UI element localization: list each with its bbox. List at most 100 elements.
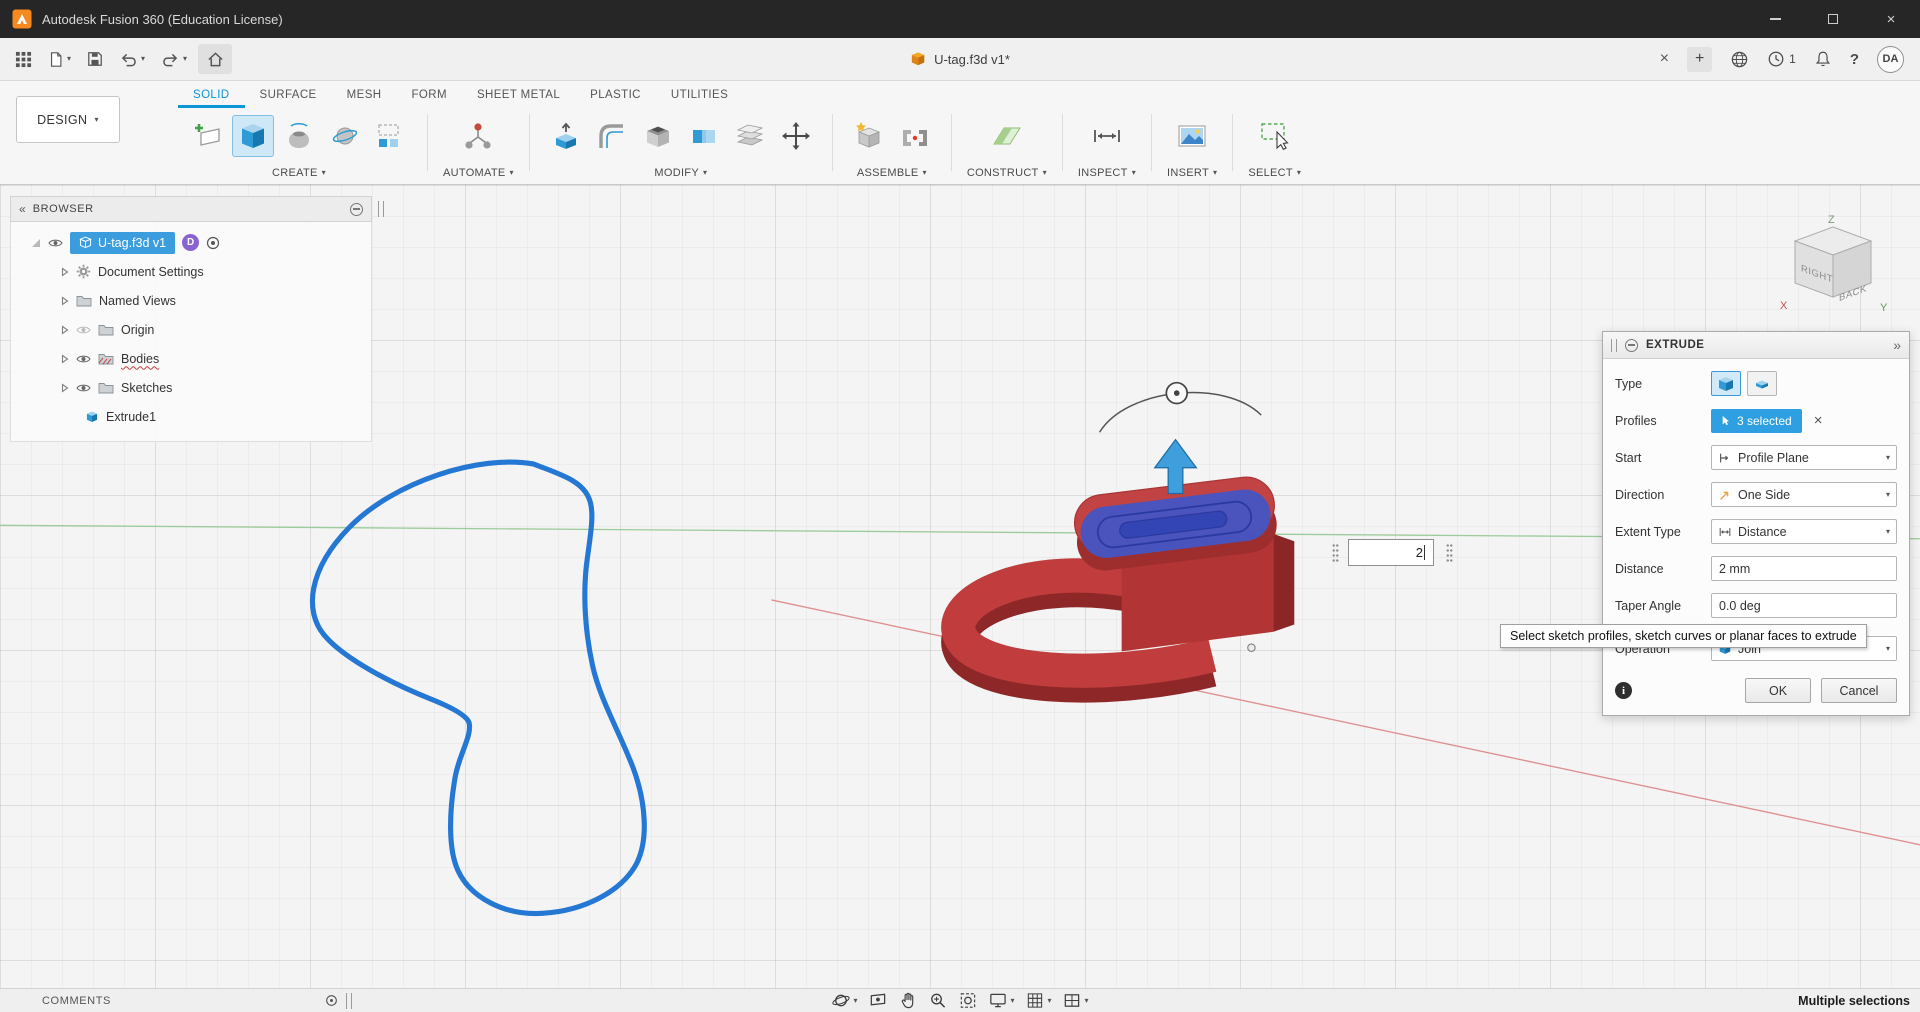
expand-arrow-icon[interactable] [61, 383, 69, 393]
browser-item-named-views[interactable]: Named Views [11, 286, 371, 315]
tab-plastic[interactable]: PLASTIC [575, 85, 656, 108]
tab-utilities[interactable]: UTILITIES [656, 85, 743, 108]
move-copy-button[interactable] [775, 115, 817, 157]
revolve-button[interactable] [278, 115, 320, 157]
sweep-button[interactable] [324, 115, 366, 157]
expand-arrow-icon[interactable] [61, 267, 69, 277]
eye-icon-dim[interactable] [76, 325, 91, 335]
job-status-button[interactable]: 1 [1767, 50, 1796, 68]
start-select[interactable]: Profile Plane ▾ [1711, 445, 1897, 470]
browser-item-origin[interactable]: Origin [11, 315, 371, 344]
comments-drag-grip[interactable] [346, 993, 352, 1009]
construct-plane-button[interactable] [986, 115, 1028, 157]
display-settings-button[interactable]: ▾ [988, 991, 1014, 1010]
comments-section[interactable]: COMMENTS [0, 993, 352, 1009]
automate-menu[interactable]: AUTOMATE▾ [443, 163, 514, 183]
pattern-button[interactable] [370, 115, 412, 157]
inspect-menu[interactable]: INSPECT▾ [1078, 163, 1136, 183]
cancel-button[interactable]: Cancel [1821, 678, 1897, 703]
browser-minimize-icon[interactable] [350, 203, 363, 216]
workspace-selector[interactable]: DESIGN ▾ [16, 96, 120, 143]
insert-menu[interactable]: INSERT▾ [1167, 163, 1217, 183]
type-extrude-button[interactable] [1711, 371, 1741, 396]
ok-button[interactable]: OK [1745, 678, 1811, 703]
dialog-collapse-icon[interactable] [1625, 339, 1638, 352]
close-document-button[interactable]: × [1660, 50, 1669, 68]
insert-canvas-button[interactable] [1171, 115, 1213, 157]
automate-button[interactable] [457, 115, 499, 157]
offset-face-button[interactable] [729, 115, 771, 157]
manipulator-grip-left[interactable] [1332, 543, 1339, 563]
redo-button[interactable]: ▾ [156, 44, 192, 74]
block-side-face[interactable] [1273, 534, 1294, 632]
viewports-button[interactable]: ▾ [1063, 991, 1089, 1010]
shell-button[interactable] [637, 115, 679, 157]
new-component-button[interactable] [848, 115, 890, 157]
orbit-button[interactable]: ▾ [831, 991, 857, 1010]
eye-icon[interactable] [76, 383, 91, 393]
collapse-browser-icon[interactable]: « [19, 202, 26, 216]
expand-arrow-icon[interactable] [61, 354, 69, 364]
tab-form[interactable]: FORM [396, 85, 461, 108]
distance-value-input[interactable]: 2 [1348, 539, 1434, 566]
select-button[interactable] [1254, 115, 1296, 157]
extent-type-select[interactable]: Distance ▾ [1711, 519, 1897, 544]
browser-item-extrude1[interactable]: Extrude1 [11, 402, 371, 431]
close-window-button[interactable]: × [1862, 0, 1920, 38]
eye-icon[interactable] [76, 354, 91, 364]
undo-button[interactable]: ▾ [114, 44, 150, 74]
sketch-point[interactable] [1248, 644, 1255, 651]
construct-menu[interactable]: CONSTRUCT▾ [967, 163, 1047, 183]
select-menu[interactable]: SELECT▾ [1248, 163, 1301, 183]
pan-button[interactable] [898, 991, 917, 1010]
modify-menu[interactable]: MODIFY▾ [654, 163, 707, 183]
browser-item-bodies[interactable]: Bodies [11, 344, 371, 373]
combine-button[interactable] [683, 115, 725, 157]
maximize-button[interactable] [1804, 0, 1862, 38]
taper-angle-field[interactable]: 0.0 deg [1711, 593, 1897, 618]
eye-icon[interactable] [48, 238, 63, 248]
browser-item-sketches[interactable]: Sketches [11, 373, 371, 402]
clear-selection-icon[interactable]: × [1814, 412, 1823, 429]
help-button[interactable]: ? [1850, 51, 1859, 68]
browser-item-document-settings[interactable]: Document Settings [11, 257, 371, 286]
dialog-drag-grip[interactable] [1611, 339, 1617, 352]
browser-root-row[interactable]: U-tag.f3d v1 D [11, 228, 371, 257]
fit-button[interactable] [958, 991, 977, 1010]
document-tab[interactable]: U-tag.f3d v1* [892, 38, 1028, 80]
browser-root-item[interactable]: U-tag.f3d v1 [70, 232, 175, 254]
look-at-button[interactable] [868, 991, 887, 1010]
dialog-header[interactable]: EXTRUDE » [1603, 332, 1909, 359]
tab-solid[interactable]: SOLID [178, 85, 245, 108]
create-menu[interactable]: CREATE▾ [272, 163, 326, 183]
browser-drag-grip[interactable] [378, 201, 384, 217]
manipulator-grip-right[interactable] [1446, 543, 1453, 563]
new-document-tab-button[interactable]: + [1687, 47, 1712, 72]
home-view-button[interactable] [198, 44, 232, 74]
user-avatar[interactable]: DA [1877, 46, 1904, 73]
info-icon[interactable]: i [1615, 682, 1632, 699]
zoom-button[interactable] [928, 991, 947, 1010]
grid-snaps-button[interactable]: ▾ [1026, 991, 1052, 1010]
distance-field[interactable]: 2 mm [1711, 556, 1897, 581]
minimize-button[interactable] [1746, 0, 1804, 38]
profiles-selected-chip[interactable]: 3 selected [1711, 409, 1802, 433]
press-pull-button[interactable] [545, 115, 587, 157]
joint-button[interactable] [894, 115, 936, 157]
dialog-dock-icon[interactable]: » [1893, 337, 1901, 353]
browser-home-button[interactable] [1730, 50, 1749, 69]
create-sketch-button[interactable] [186, 115, 228, 157]
expand-arrow-icon[interactable] [61, 296, 69, 306]
notifications-button[interactable] [1814, 50, 1832, 68]
comments-indicator-icon[interactable] [325, 994, 338, 1007]
tab-surface[interactable]: SURFACE [245, 85, 332, 108]
direction-select[interactable]: One Side ▾ [1711, 482, 1897, 507]
tab-mesh[interactable]: MESH [332, 85, 397, 108]
app-menu-button[interactable] [10, 44, 37, 74]
save-button[interactable] [82, 44, 108, 74]
viewcube[interactable]: Z RIGHT BACK X Y [1768, 213, 1898, 318]
measure-button[interactable] [1086, 115, 1128, 157]
tab-sheet-metal[interactable]: SHEET METAL [462, 85, 575, 108]
extrude-button[interactable] [232, 115, 274, 157]
expand-arrow-icon[interactable] [61, 325, 69, 335]
